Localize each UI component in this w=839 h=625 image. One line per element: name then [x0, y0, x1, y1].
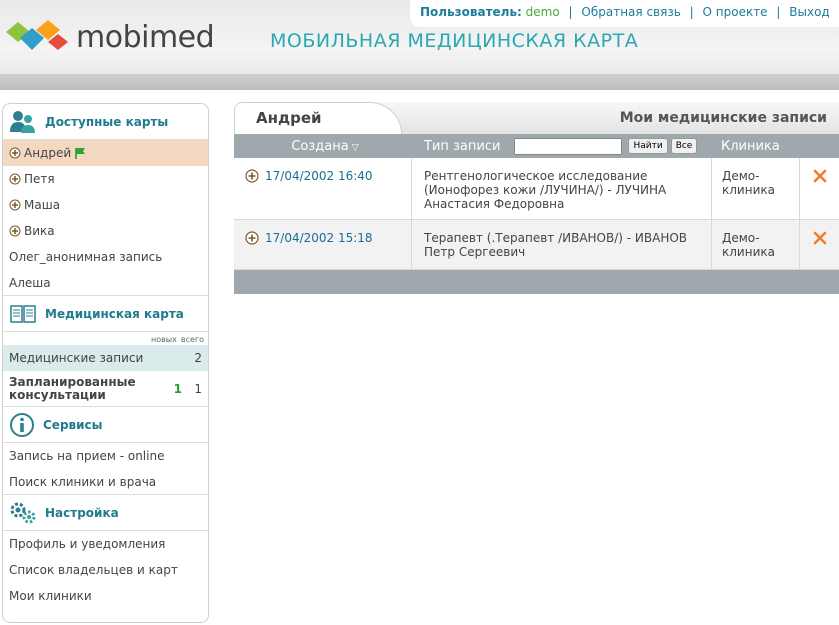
- header-stripe: [0, 74, 839, 90]
- user-label: Пользователь:: [420, 5, 522, 19]
- logo-icon: [6, 20, 68, 50]
- expand-plus-icon[interactable]: [9, 199, 21, 211]
- card-item-vika[interactable]: Вика: [3, 218, 208, 244]
- section-services-header: Сервисы: [3, 407, 208, 443]
- column-label: Тип записи: [424, 138, 501, 154]
- tagline: МОБИЛЬНАЯ МЕДИЦИНСКАЯ КАРТА: [270, 30, 639, 52]
- sidebar: Доступные карты Андрей Петя Маша Вика Ол…: [2, 103, 209, 623]
- about-link[interactable]: О проекте: [703, 5, 768, 19]
- table-header: Создана ▽ Тип записи Найти Все Клиника: [234, 134, 839, 158]
- top-nav: Пользователь: demo | Обратная связь | О …: [410, 0, 839, 27]
- brand-name[interactable]: mobimed: [76, 20, 215, 55]
- logout-link[interactable]: Выход: [789, 5, 829, 19]
- card-item-petya[interactable]: Петя: [3, 166, 208, 192]
- clinic-cell: Демо-клиника: [712, 220, 800, 269]
- expand-plus-icon[interactable]: [245, 169, 259, 183]
- user-name-link[interactable]: demo: [526, 5, 560, 19]
- card-item-andrey[interactable]: Андрей: [3, 140, 208, 166]
- gears-icon: [10, 502, 36, 523]
- item-label: Медицинские записи: [9, 351, 144, 365]
- flag-icon: [75, 148, 86, 159]
- counts-header: новых всего: [3, 332, 208, 345]
- card-item-masha[interactable]: Маша: [3, 192, 208, 218]
- tab-bar: Андрей Мои медицинские записи: [234, 102, 839, 134]
- service-find-clinic[interactable]: Поиск клиники и врача: [3, 469, 208, 495]
- section-title: Настройка: [45, 505, 119, 520]
- item-label: Запись на прием - online: [9, 449, 165, 463]
- separator: |: [689, 5, 694, 19]
- card-label: Маша: [24, 198, 61, 212]
- item-label: Профиль и уведомления: [9, 537, 166, 551]
- card-label: Вика: [24, 224, 55, 238]
- card-label: Петя: [24, 172, 55, 186]
- item-label: Список владельцев и карт: [9, 563, 178, 577]
- item-label: Поиск клиники и врача: [9, 474, 157, 489]
- record-date-link[interactable]: 17/04/2002 16:40: [265, 169, 373, 183]
- column-label: Клиника: [721, 138, 780, 154]
- expand-plus-icon[interactable]: [245, 231, 259, 245]
- column-clinic: Клиника: [711, 139, 839, 154]
- column-label: Создана: [291, 138, 349, 154]
- actions-cell: [800, 158, 839, 219]
- settings-profile[interactable]: Профиль и уведомления: [3, 531, 208, 557]
- book-icon: [10, 304, 36, 323]
- table-footer: [234, 270, 839, 294]
- section-title: Мои медицинские записи: [619, 110, 827, 126]
- tab-patient[interactable]: Андрей: [234, 102, 402, 134]
- date-cell: 17/04/2002 16:40: [234, 158, 412, 219]
- main-content: Андрей Мои медицинские записи Создана ▽ Т…: [234, 102, 839, 294]
- count-all: 1: [194, 381, 202, 396]
- service-online-booking[interactable]: Запись на прием - online: [3, 443, 208, 469]
- header: mobimed МОБИЛЬНАЯ МЕДИЦИНСКАЯ КАРТА Поль…: [0, 0, 839, 90]
- delete-icon[interactable]: [813, 231, 827, 245]
- actions-cell: [800, 220, 839, 269]
- table-row: 17/04/2002 15:18 Терапевт (.Терапевт /ИВ…: [234, 220, 839, 270]
- settings-owners-list[interactable]: Список владельцев и карт: [3, 557, 208, 583]
- column-created[interactable]: Создана ▽: [234, 139, 406, 154]
- card-label: Алеша: [9, 275, 51, 290]
- section-medcard-header: Медицинская карта: [3, 296, 208, 332]
- users-icon: [10, 110, 35, 133]
- separator: |: [568, 5, 573, 19]
- count-new: 1: [173, 381, 182, 396]
- sort-down-icon[interactable]: ▽: [352, 143, 359, 153]
- record-type-cell: Терапевт (.Терапевт /ИВАНОВ/) - ИВАНОВ П…: [412, 220, 712, 269]
- section-title: Сервисы: [43, 417, 103, 432]
- section-cards-header: Доступные карты: [3, 104, 208, 140]
- clinic-cell: Демо-клиника: [712, 158, 800, 219]
- record-date-link[interactable]: 17/04/2002 15:18: [265, 231, 373, 245]
- item-label: Запланированные консультации: [9, 374, 136, 402]
- all-button[interactable]: Все: [670, 138, 698, 154]
- column-type: Тип записи Найти Все: [406, 137, 711, 155]
- find-button[interactable]: Найти: [628, 138, 668, 154]
- col-new-label: новых: [150, 335, 177, 344]
- card-item-oleg[interactable]: Олег_анонимная запись: [3, 244, 208, 270]
- medcard-consultations-item[interactable]: Запланированные консультации 1 1: [3, 371, 208, 407]
- date-cell: 17/04/2002 15:18: [234, 220, 412, 269]
- type-filter-input[interactable]: [514, 137, 623, 155]
- medcard-records-item[interactable]: Медицинские записи 2: [3, 345, 208, 371]
- count-all: 2: [194, 351, 202, 365]
- expand-plus-icon[interactable]: [9, 173, 21, 185]
- feedback-link[interactable]: Обратная связь: [581, 5, 680, 19]
- separator: |: [776, 5, 781, 19]
- section-title: Доступные карты: [45, 114, 169, 129]
- card-item-alesha[interactable]: Алеша: [3, 270, 208, 296]
- section-title: Медицинская карта: [45, 306, 184, 321]
- settings-my-clinics[interactable]: Мои клиники: [3, 583, 208, 609]
- info-icon: [10, 412, 34, 437]
- expand-plus-icon[interactable]: [9, 147, 21, 159]
- item-label: Мои клиники: [9, 589, 92, 603]
- section-settings-header: Настройка: [3, 495, 208, 531]
- delete-icon[interactable]: [813, 169, 827, 183]
- expand-plus-icon[interactable]: [9, 225, 21, 237]
- record-type-cell: Рентгенологическое исследование (Ионофор…: [412, 158, 712, 219]
- card-label: Андрей: [24, 146, 72, 160]
- col-all-label: всего: [180, 335, 204, 344]
- card-label: Олег_анонимная запись: [9, 250, 163, 264]
- table-row: 17/04/2002 16:40 Рентгенологическое иссл…: [234, 158, 839, 220]
